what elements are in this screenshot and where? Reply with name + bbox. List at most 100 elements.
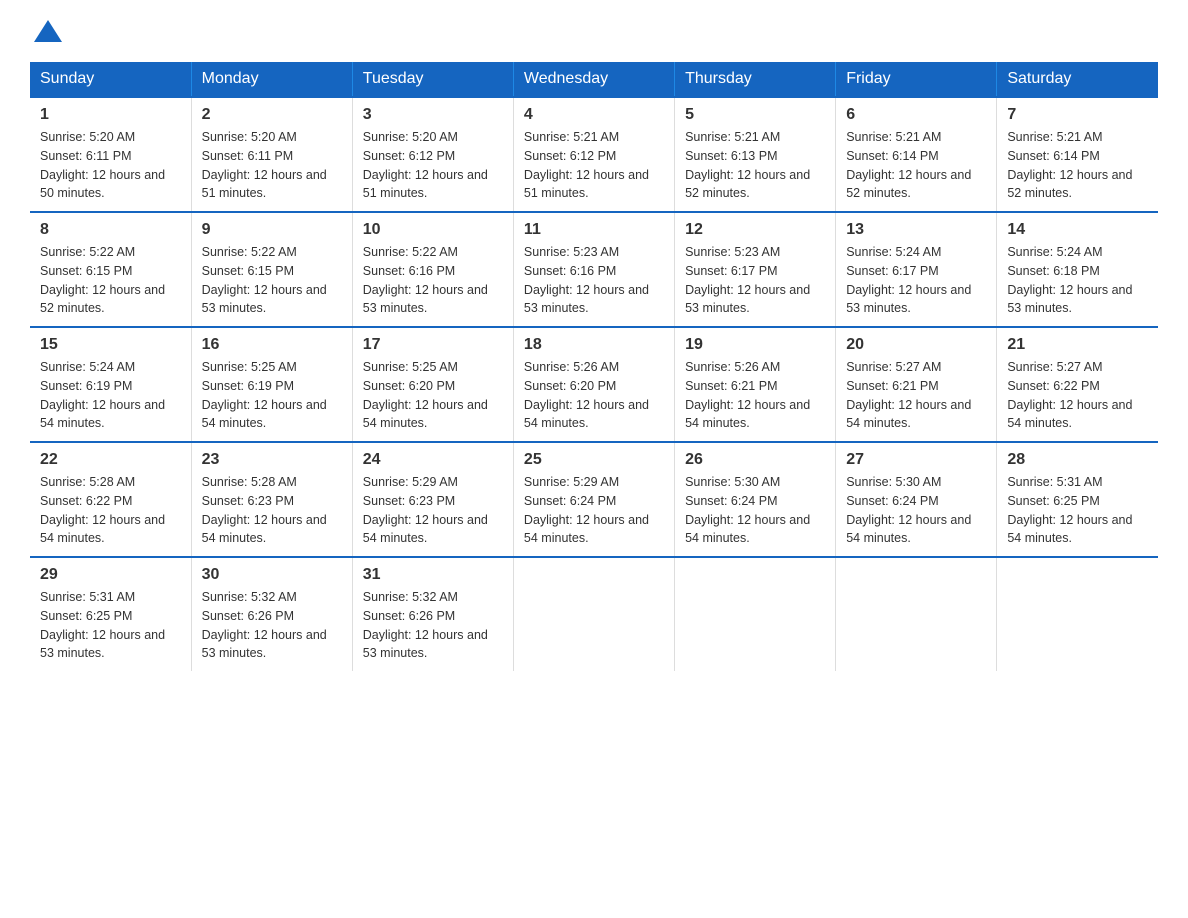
day-cell: 16 Sunrise: 5:25 AMSunset: 6:19 PMDaylig… [191, 327, 352, 442]
day-number: 17 [363, 336, 503, 354]
day-number: 29 [40, 566, 181, 584]
day-info: Sunrise: 5:30 AMSunset: 6:24 PMDaylight:… [685, 475, 810, 545]
day-info: Sunrise: 5:27 AMSunset: 6:21 PMDaylight:… [846, 360, 971, 430]
day-info: Sunrise: 5:23 AMSunset: 6:17 PMDaylight:… [685, 245, 810, 315]
day-cell: 15 Sunrise: 5:24 AMSunset: 6:19 PMDaylig… [30, 327, 191, 442]
day-number: 21 [1007, 336, 1148, 354]
day-number: 14 [1007, 221, 1148, 239]
day-cell: 11 Sunrise: 5:23 AMSunset: 6:16 PMDaylig… [513, 212, 674, 327]
calendar-header: SundayMondayTuesdayWednesdayThursdayFrid… [30, 62, 1158, 97]
day-number: 27 [846, 451, 986, 469]
day-number: 8 [40, 221, 181, 239]
header-day-sunday: Sunday [30, 62, 191, 97]
day-number: 7 [1007, 106, 1148, 124]
day-info: Sunrise: 5:31 AMSunset: 6:25 PMDaylight:… [1007, 475, 1132, 545]
day-cell: 18 Sunrise: 5:26 AMSunset: 6:20 PMDaylig… [513, 327, 674, 442]
day-cell: 7 Sunrise: 5:21 AMSunset: 6:14 PMDayligh… [997, 97, 1158, 212]
page-header [30, 20, 1158, 42]
day-info: Sunrise: 5:20 AMSunset: 6:11 PMDaylight:… [202, 130, 327, 200]
day-info: Sunrise: 5:20 AMSunset: 6:11 PMDaylight:… [40, 130, 165, 200]
header-day-tuesday: Tuesday [352, 62, 513, 97]
day-cell: 27 Sunrise: 5:30 AMSunset: 6:24 PMDaylig… [836, 442, 997, 557]
day-cell: 4 Sunrise: 5:21 AMSunset: 6:12 PMDayligh… [513, 97, 674, 212]
header-day-wednesday: Wednesday [513, 62, 674, 97]
day-cell: 23 Sunrise: 5:28 AMSunset: 6:23 PMDaylig… [191, 442, 352, 557]
calendar-body: 1 Sunrise: 5:20 AMSunset: 6:11 PMDayligh… [30, 97, 1158, 671]
day-number: 10 [363, 221, 503, 239]
day-info: Sunrise: 5:22 AMSunset: 6:15 PMDaylight:… [202, 245, 327, 315]
day-cell: 28 Sunrise: 5:31 AMSunset: 6:25 PMDaylig… [997, 442, 1158, 557]
header-day-monday: Monday [191, 62, 352, 97]
header-day-saturday: Saturday [997, 62, 1158, 97]
day-cell: 26 Sunrise: 5:30 AMSunset: 6:24 PMDaylig… [675, 442, 836, 557]
day-cell: 12 Sunrise: 5:23 AMSunset: 6:17 PMDaylig… [675, 212, 836, 327]
day-number: 24 [363, 451, 503, 469]
day-info: Sunrise: 5:22 AMSunset: 6:15 PMDaylight:… [40, 245, 165, 315]
day-cell: 20 Sunrise: 5:27 AMSunset: 6:21 PMDaylig… [836, 327, 997, 442]
day-info: Sunrise: 5:21 AMSunset: 6:14 PMDaylight:… [1007, 130, 1132, 200]
day-number: 11 [524, 221, 664, 239]
day-info: Sunrise: 5:21 AMSunset: 6:14 PMDaylight:… [846, 130, 971, 200]
day-number: 20 [846, 336, 986, 354]
week-row-1: 1 Sunrise: 5:20 AMSunset: 6:11 PMDayligh… [30, 97, 1158, 212]
day-number: 5 [685, 106, 825, 124]
day-info: Sunrise: 5:27 AMSunset: 6:22 PMDaylight:… [1007, 360, 1132, 430]
day-info: Sunrise: 5:32 AMSunset: 6:26 PMDaylight:… [202, 590, 327, 660]
day-info: Sunrise: 5:23 AMSunset: 6:16 PMDaylight:… [524, 245, 649, 315]
week-row-5: 29 Sunrise: 5:31 AMSunset: 6:25 PMDaylig… [30, 557, 1158, 671]
day-number: 2 [202, 106, 342, 124]
day-number: 30 [202, 566, 342, 584]
logo [30, 20, 62, 42]
day-number: 18 [524, 336, 664, 354]
day-cell: 14 Sunrise: 5:24 AMSunset: 6:18 PMDaylig… [997, 212, 1158, 327]
day-info: Sunrise: 5:29 AMSunset: 6:23 PMDaylight:… [363, 475, 488, 545]
day-number: 15 [40, 336, 181, 354]
header-day-friday: Friday [836, 62, 997, 97]
day-cell: 2 Sunrise: 5:20 AMSunset: 6:11 PMDayligh… [191, 97, 352, 212]
day-number: 13 [846, 221, 986, 239]
logo-triangle-icon [34, 20, 62, 42]
day-info: Sunrise: 5:26 AMSunset: 6:21 PMDaylight:… [685, 360, 810, 430]
day-number: 28 [1007, 451, 1148, 469]
day-info: Sunrise: 5:28 AMSunset: 6:23 PMDaylight:… [202, 475, 327, 545]
day-info: Sunrise: 5:26 AMSunset: 6:20 PMDaylight:… [524, 360, 649, 430]
day-number: 22 [40, 451, 181, 469]
header-day-thursday: Thursday [675, 62, 836, 97]
day-number: 3 [363, 106, 503, 124]
day-cell: 8 Sunrise: 5:22 AMSunset: 6:15 PMDayligh… [30, 212, 191, 327]
day-info: Sunrise: 5:21 AMSunset: 6:12 PMDaylight:… [524, 130, 649, 200]
day-info: Sunrise: 5:24 AMSunset: 6:17 PMDaylight:… [846, 245, 971, 315]
day-info: Sunrise: 5:25 AMSunset: 6:20 PMDaylight:… [363, 360, 488, 430]
day-info: Sunrise: 5:22 AMSunset: 6:16 PMDaylight:… [363, 245, 488, 315]
day-cell: 9 Sunrise: 5:22 AMSunset: 6:15 PMDayligh… [191, 212, 352, 327]
day-cell: 6 Sunrise: 5:21 AMSunset: 6:14 PMDayligh… [836, 97, 997, 212]
day-cell: 25 Sunrise: 5:29 AMSunset: 6:24 PMDaylig… [513, 442, 674, 557]
day-number: 31 [363, 566, 503, 584]
day-cell: 19 Sunrise: 5:26 AMSunset: 6:21 PMDaylig… [675, 327, 836, 442]
day-number: 25 [524, 451, 664, 469]
day-number: 19 [685, 336, 825, 354]
day-info: Sunrise: 5:24 AMSunset: 6:19 PMDaylight:… [40, 360, 165, 430]
day-cell [513, 557, 674, 671]
day-number: 6 [846, 106, 986, 124]
day-info: Sunrise: 5:24 AMSunset: 6:18 PMDaylight:… [1007, 245, 1132, 315]
day-cell: 24 Sunrise: 5:29 AMSunset: 6:23 PMDaylig… [352, 442, 513, 557]
day-cell [675, 557, 836, 671]
day-info: Sunrise: 5:31 AMSunset: 6:25 PMDaylight:… [40, 590, 165, 660]
day-number: 9 [202, 221, 342, 239]
day-cell: 22 Sunrise: 5:28 AMSunset: 6:22 PMDaylig… [30, 442, 191, 557]
calendar-table: SundayMondayTuesdayWednesdayThursdayFrid… [30, 62, 1158, 671]
day-info: Sunrise: 5:30 AMSunset: 6:24 PMDaylight:… [846, 475, 971, 545]
day-cell: 1 Sunrise: 5:20 AMSunset: 6:11 PMDayligh… [30, 97, 191, 212]
day-cell: 5 Sunrise: 5:21 AMSunset: 6:13 PMDayligh… [675, 97, 836, 212]
day-cell [836, 557, 997, 671]
day-info: Sunrise: 5:25 AMSunset: 6:19 PMDaylight:… [202, 360, 327, 430]
day-number: 26 [685, 451, 825, 469]
header-row: SundayMondayTuesdayWednesdayThursdayFrid… [30, 62, 1158, 97]
day-number: 4 [524, 106, 664, 124]
week-row-3: 15 Sunrise: 5:24 AMSunset: 6:19 PMDaylig… [30, 327, 1158, 442]
day-cell: 17 Sunrise: 5:25 AMSunset: 6:20 PMDaylig… [352, 327, 513, 442]
day-cell: 29 Sunrise: 5:31 AMSunset: 6:25 PMDaylig… [30, 557, 191, 671]
week-row-2: 8 Sunrise: 5:22 AMSunset: 6:15 PMDayligh… [30, 212, 1158, 327]
day-info: Sunrise: 5:29 AMSunset: 6:24 PMDaylight:… [524, 475, 649, 545]
